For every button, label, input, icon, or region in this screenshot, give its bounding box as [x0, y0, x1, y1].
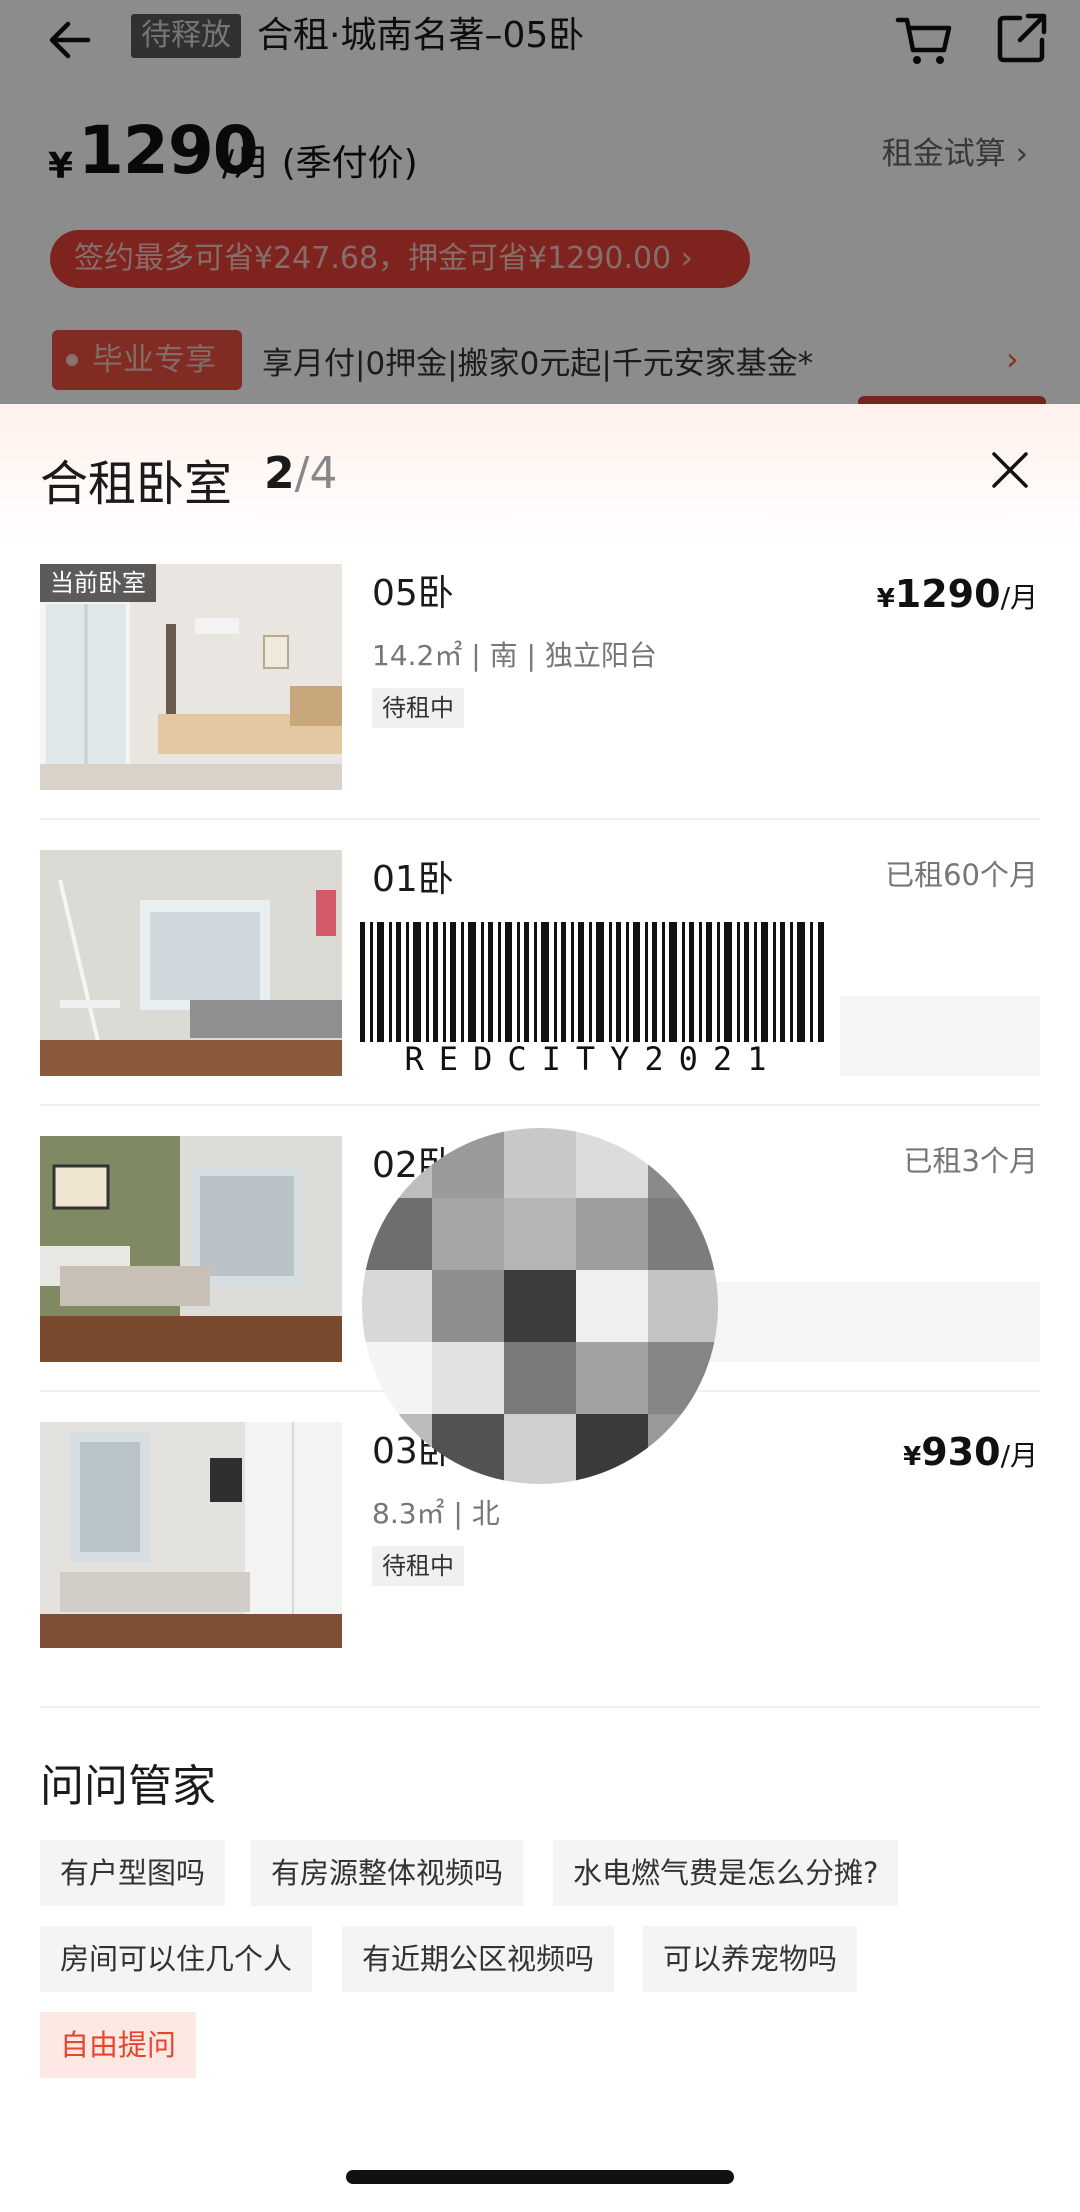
close-icon[interactable]: [990, 450, 1030, 490]
rented-duration: 已租3个月: [903, 1144, 1038, 1178]
divider: [40, 1104, 1040, 1106]
quick-question-chip[interactable]: 有近期公区视频吗: [342, 1926, 615, 1992]
barcode: REDCITY2021: [360, 922, 826, 1078]
room-price-amount: 1290: [894, 572, 1001, 616]
room-status-badge: 待租中: [372, 1546, 464, 1586]
room-details: 14.2㎡ | 南 | 独立阳台: [372, 639, 657, 672]
room-status-badge: 待租中: [372, 688, 464, 728]
price-placeholder: [840, 996, 1040, 1076]
room-card[interactable]: 当前卧室 05卧 14.2㎡ | 南 | 独立阳台 待租中 ¥1290/月: [40, 564, 1040, 790]
quick-question-chip[interactable]: 可以养宠物吗: [643, 1926, 858, 1992]
room-counter-current: 2: [264, 448, 295, 499]
room-photo[interactable]: [40, 850, 342, 1076]
bedroom-photo-02: [40, 1136, 342, 1362]
pixelated-mosaic: [362, 1128, 718, 1484]
current-room-badge: 当前卧室: [40, 564, 156, 602]
room-photo[interactable]: [40, 1136, 342, 1362]
sheet-title: 合租卧室: [40, 456, 233, 512]
room-price-amount: 930: [921, 1430, 1001, 1474]
home-indicator[interactable]: [346, 2170, 734, 2184]
divider: [40, 1706, 1040, 1708]
room-price: ¥930/月: [903, 1430, 1038, 1474]
room-photo[interactable]: 当前卧室: [40, 564, 342, 790]
rented-duration: 已租60个月: [885, 858, 1038, 892]
room-details: 8.3㎡ | 北: [372, 1497, 500, 1530]
room-counter-total: /4: [294, 448, 338, 499]
room-price-currency: ¥: [876, 584, 895, 614]
bedroom-photo-03: [40, 1422, 342, 1648]
room-price: ¥1290/月: [877, 572, 1038, 616]
bedroom-photo-01: [40, 850, 342, 1076]
shared-bedrooms-sheet: 合租卧室 2/4 当前卧室 05卧 14.2㎡ | 南 | 独立阳台 待租中 ¥…: [0, 404, 1080, 2212]
free-ask-button[interactable]: 自由提问: [40, 2012, 197, 2078]
room-name: 05卧: [372, 573, 454, 614]
modal-overlay[interactable]: [0, 0, 1080, 404]
quick-question-chip[interactable]: 有户型图吗: [40, 1840, 226, 1906]
barcode-text: REDCITY2021: [404, 1040, 782, 1078]
room-name: 01卧: [372, 859, 454, 900]
room-price-currency: ¥: [903, 1442, 922, 1472]
room-price-unit: /月: [1000, 581, 1038, 614]
room-price-unit: /月: [1000, 1439, 1038, 1472]
room-photo[interactable]: [40, 1422, 342, 1648]
quick-question-chip[interactable]: 有房源整体视频吗: [251, 1840, 524, 1906]
ask-butler-title: 问问管家: [40, 1761, 216, 1812]
room-counter: 2/4: [264, 448, 337, 499]
barcode-bars: [360, 922, 824, 1042]
quick-question-chip[interactable]: 房间可以住几个人: [40, 1926, 313, 1992]
divider: [40, 818, 1040, 820]
quick-question-chip[interactable]: 水电燃气费是怎么分摊?: [553, 1840, 899, 1906]
